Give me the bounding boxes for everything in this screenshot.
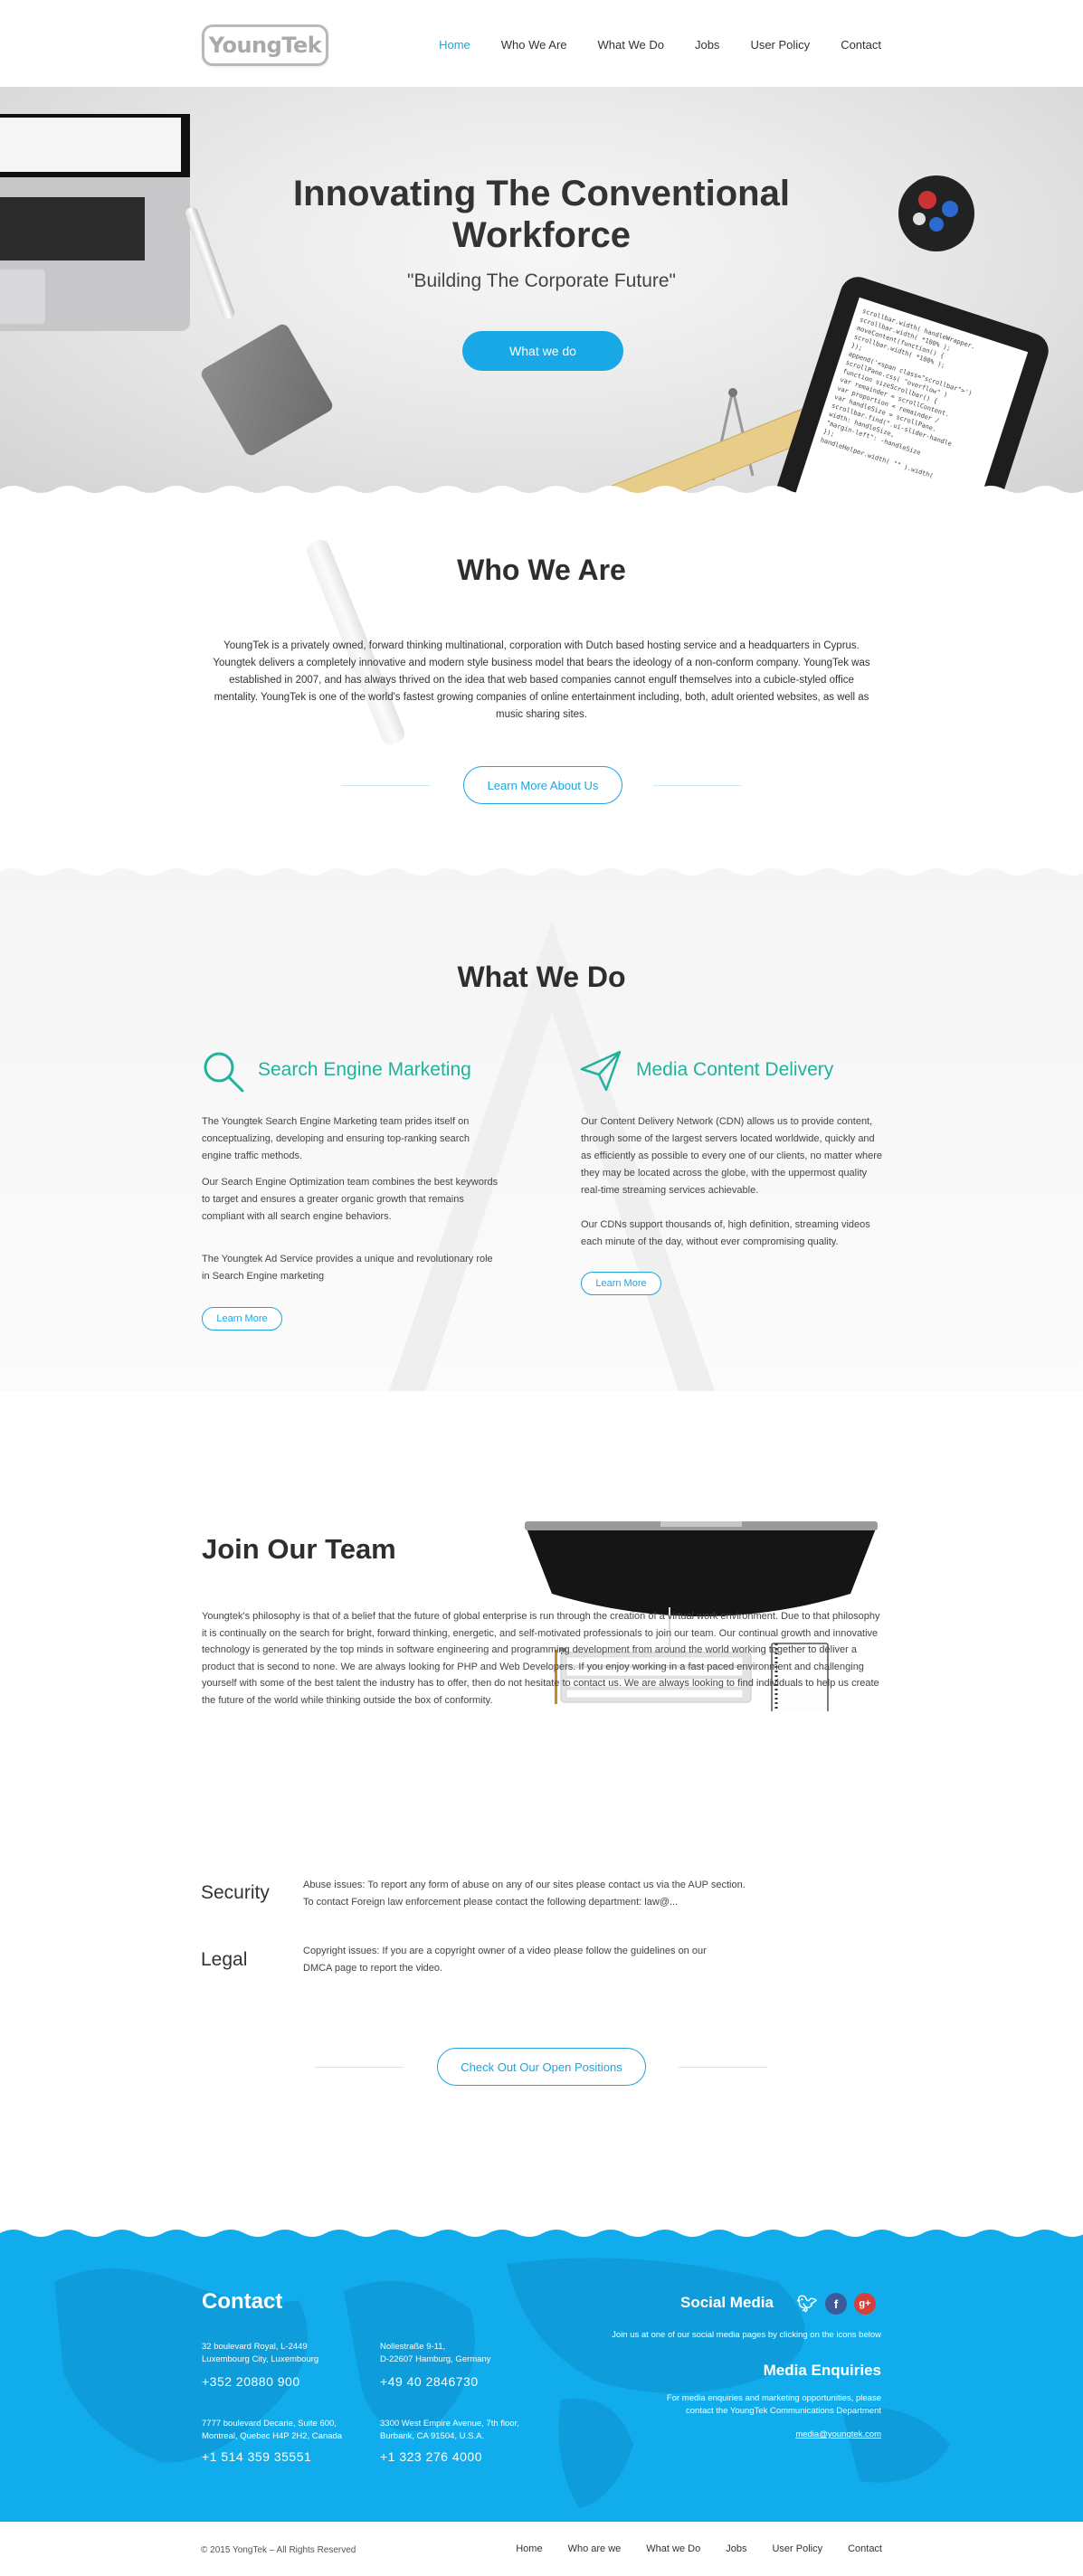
main-nav: Home Who We Are What We Do Jobs User Pol…	[408, 38, 881, 52]
nav-user-policy[interactable]: User Policy	[750, 38, 810, 52]
footer-nav: Home Who are we What we Do Jobs User Pol…	[490, 2543, 882, 2554]
search-engine-marketing-title: Search Engine Marketing	[258, 1059, 471, 1080]
copyright-text: © 2015 YongTek – All Rights Reserved	[201, 2545, 356, 2555]
security-text-line-2: To contact Foreign law enforcement pleas…	[303, 1897, 679, 1908]
divider-line	[341, 785, 430, 786]
divider-line	[679, 2067, 767, 2068]
address-line: 32 boulevard Royal, L-2449	[202, 2342, 308, 2352]
security-text: Abuse issues: To report any form of abus…	[303, 1877, 792, 1911]
join-our-team-title: Join Our Team	[202, 1533, 396, 1565]
hero-title: Innovating The Conventional Workforce	[0, 173, 1083, 256]
sem-paragraph-3: The Youngtek Ad Service provides a uniqu…	[202, 1254, 493, 1282]
address-burbank: 3300 West Empire Avenue, 7th floor, Burb…	[380, 2418, 519, 2443]
media-text-line: contact the YoungTek Communications Depa…	[686, 2406, 881, 2416]
sem-learn-more-button[interactable]: Learn More	[202, 1307, 282, 1331]
divider-line	[315, 2067, 404, 2068]
footer-nav-what-we-do[interactable]: What we Do	[646, 2543, 700, 2554]
hard-drive-image	[198, 321, 336, 459]
what-we-do-title: What We Do	[457, 961, 626, 993]
address-line: Burbank, CA 91504, U.S.A.	[380, 2431, 485, 2441]
security-text-line-1: Abuse issues: To report any form of abus…	[303, 1880, 746, 1890]
facebook-icon[interactable]: f	[825, 2293, 847, 2315]
nav-home[interactable]: Home	[439, 38, 470, 52]
wave-divider	[0, 2228, 1083, 2237]
logo[interactable]: YoungTek	[202, 24, 328, 66]
footer-nav-jobs[interactable]: Jobs	[726, 2543, 746, 2554]
what-we-do-button[interactable]: What we do	[462, 331, 623, 371]
footer-nav-home[interactable]: Home	[516, 2543, 542, 2554]
divider-line	[653, 785, 742, 786]
sem-paragraph-1: The Youngtek Search Engine Marketing tea…	[202, 1116, 470, 1161]
world-map-image	[54, 2258, 950, 2508]
open-positions-button[interactable]: Check Out Our Open Positions	[437, 2048, 646, 2086]
footer-contact: Contact 32 boulevard Royal, L-2449 Luxem…	[0, 2228, 1083, 2522]
media-enquiries-text: For media enquiries and marketing opport…	[667, 2392, 881, 2418]
sem-paragraph-2: Our Search Engine Optimization team comb…	[202, 1177, 499, 1222]
what-we-do-section	[0, 867, 1083, 1391]
legal-text: Copyright issues: If you are a copyright…	[303, 1946, 707, 1974]
media-text-line: For media enquiries and marketing opport…	[666, 2393, 881, 2403]
address-line: 7777 boulevard Decarie, Suite 600,	[202, 2419, 337, 2429]
address-line: D-22607 Hamburg, Germany	[380, 2354, 491, 2364]
footer-nav-who-are-we[interactable]: Who are we	[568, 2543, 622, 2554]
address-line: 3300 West Empire Avenue, 7th floor,	[380, 2419, 519, 2429]
tablet-image: scrollbar.width( handleWrapper. scrollba…	[765, 272, 1053, 494]
nav-jobs[interactable]: Jobs	[695, 38, 719, 52]
twitter-icon[interactable]: 🐦︎	[796, 2293, 818, 2315]
site-header: YoungTek Home Who We Are What We Do Jobs…	[0, 0, 1083, 87]
phone-hamburg[interactable]: +49 40 2846730	[380, 2374, 479, 2389]
who-we-are-text: YoungTek is a privately owned, forward t…	[213, 640, 870, 720]
address-hamburg: Nollestraße 9-11, D-22607 Hamburg, Germa…	[380, 2341, 491, 2366]
security-label: Security	[201, 1882, 270, 1903]
search-icon	[204, 1052, 244, 1093]
hero-subtitle: "Building The Corporate Future"	[406, 270, 676, 291]
mcd-learn-more-button[interactable]: Learn More	[581, 1272, 661, 1295]
bottom-bar: © 2015 YongTek – All Rights Reserved Hom…	[0, 2522, 1083, 2576]
nav-who-we-are[interactable]: Who We Are	[501, 38, 567, 52]
social-media-text: Join us at one of our social media pages…	[612, 2330, 881, 2340]
phone-burbank[interactable]: +1 323 276 4000	[380, 2449, 482, 2464]
media-content-delivery-title: Media Content Delivery	[636, 1059, 834, 1080]
nav-what-we-do[interactable]: What We Do	[598, 38, 664, 52]
join-our-team-text: Youngtek's philosophy is that of a belie…	[202, 1608, 884, 1709]
paper-plane-icon	[580, 1050, 622, 1092]
social-icons: 🐦︎ f g+	[796, 2293, 876, 2315]
address-line: Luxembourg City, Luxembourg	[202, 2354, 319, 2364]
phone-montreal[interactable]: +1 514 359 35551	[202, 2449, 311, 2464]
footer-nav-user-policy[interactable]: User Policy	[772, 2543, 822, 2554]
contact-title: Contact	[202, 2289, 283, 2314]
mcd-paragraph-1: Our Content Delivery Network (CDN) allow…	[581, 1116, 883, 1196]
tablet-screen: scrollbar.width( handleWrapper. scrollba…	[790, 297, 1029, 494]
wave-divider	[0, 867, 1083, 876]
learn-more-about-us-button[interactable]: Learn More About Us	[463, 766, 622, 804]
address-luxembourg: 32 boulevard Royal, L-2449 Luxembourg Ci…	[202, 2341, 318, 2366]
hero-title-line-2: Workforce	[451, 215, 632, 255]
wave-divider	[0, 486, 1083, 494]
join-text-body: Youngtek's philosophy is that of a belie…	[202, 1611, 880, 1706]
address-montreal: 7777 boulevard Decarie, Suite 600, Montr…	[202, 2418, 342, 2443]
address-line: Montreal, Quebec H4P 2H2, Canada	[202, 2431, 343, 2441]
hero-title-line-1: Innovating The Conventional	[293, 174, 790, 213]
google-plus-icon[interactable]: g+	[854, 2293, 876, 2315]
mcd-paragraph-2: Our CDNs support thousands of, high defi…	[581, 1219, 870, 1247]
hero-section: scrollbar.width( handleWrapper. scrollba…	[0, 87, 1083, 494]
who-we-are-title: Who We Are	[457, 554, 626, 586]
media-enquiries-title: Media Enquiries	[763, 2362, 881, 2379]
phone-luxembourg[interactable]: +352 20880 900	[202, 2374, 300, 2389]
nav-contact[interactable]: Contact	[841, 38, 881, 52]
social-media-title: Social Media	[680, 2294, 774, 2311]
logo-text: YoungTek	[208, 33, 322, 58]
address-line: Nollestraße 9-11,	[380, 2342, 446, 2352]
media-email-link[interactable]: media@youngtek.com	[795, 2429, 881, 2441]
legal-label: Legal	[201, 1949, 248, 1970]
footer-nav-contact[interactable]: Contact	[848, 2543, 882, 2554]
